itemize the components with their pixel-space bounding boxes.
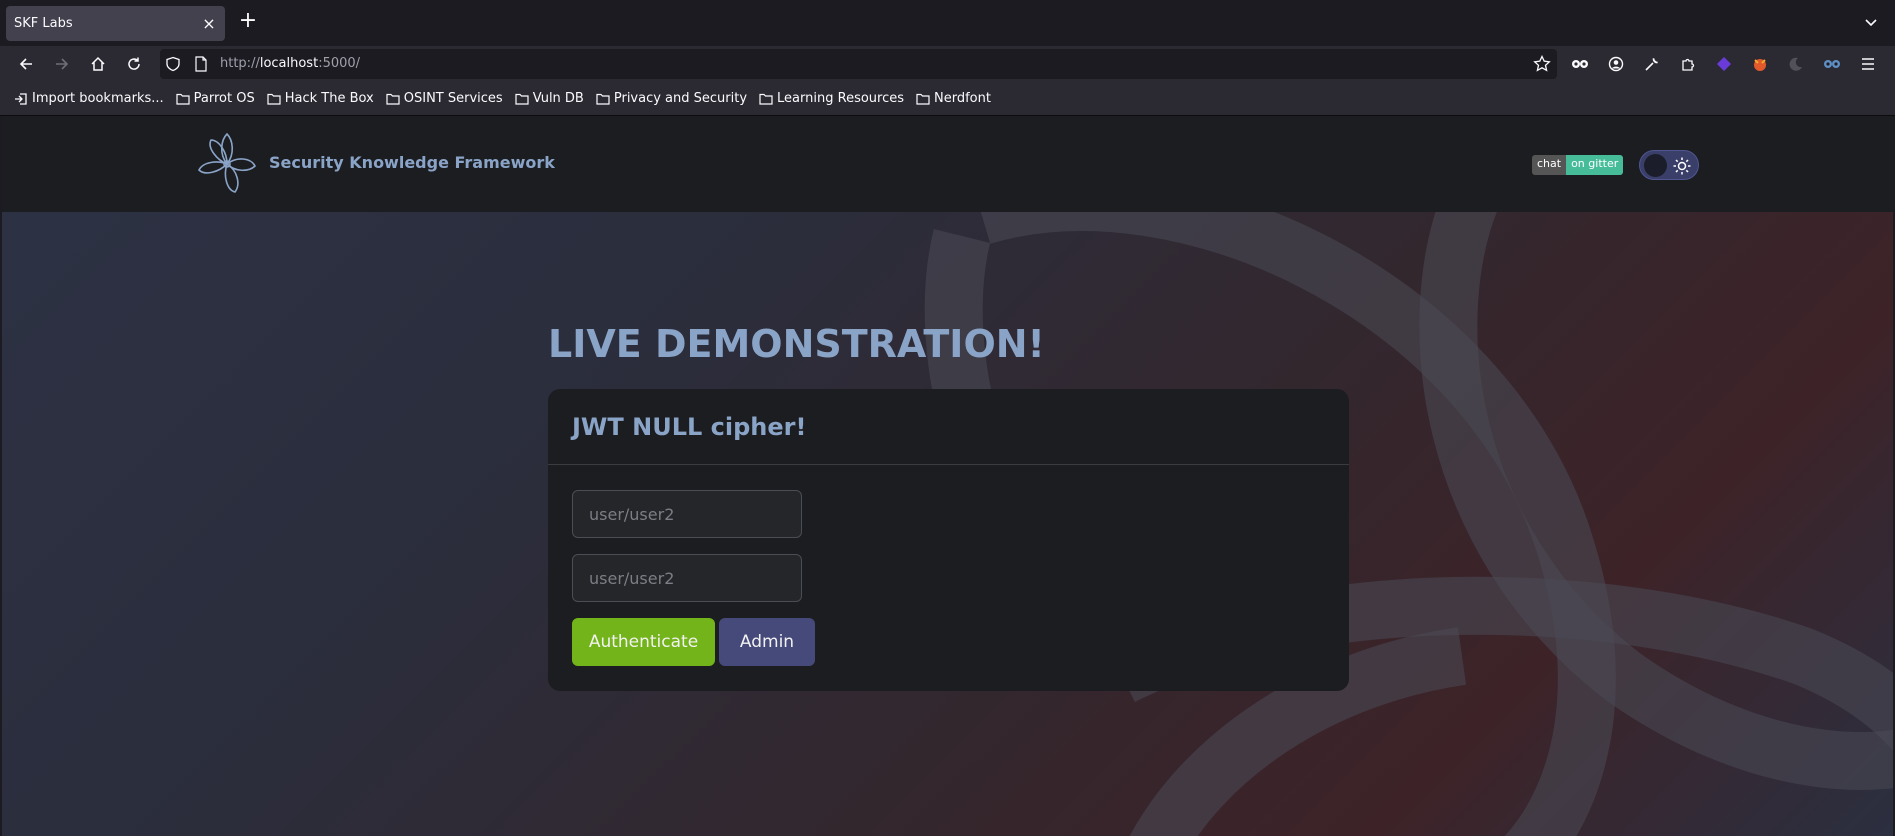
browser-tab[interactable]: SKF Labs × — [6, 6, 225, 41]
bookmark-folder-nerdfont[interactable]: Nerdfont — [916, 91, 991, 106]
hero-title: LIVE DEMONSTRATION! — [548, 322, 1045, 366]
extensions-puzzle-icon[interactable] — [1678, 54, 1698, 74]
badge-gitter-label: on gitter — [1566, 155, 1624, 175]
bookmark-label: OSINT Services — [403, 91, 503, 106]
folder-icon — [515, 93, 529, 105]
folder-icon — [386, 93, 400, 105]
bookmark-folder-hack-the-box[interactable]: Hack The Box — [267, 91, 374, 106]
reload-icon[interactable] — [124, 54, 144, 74]
close-tab-icon[interactable]: × — [201, 14, 217, 33]
bookmark-folder-osint-services[interactable]: OSINT Services — [386, 91, 503, 106]
private-mask-icon[interactable] — [1570, 54, 1590, 74]
folder-icon — [176, 93, 190, 105]
bookmark-label: Parrot OS — [193, 91, 255, 106]
back-icon[interactable] — [16, 54, 36, 74]
fox-extension-icon[interactable] — [1750, 54, 1770, 74]
bookmark-label: Import bookmarks... — [32, 91, 164, 106]
forward-icon[interactable] — [52, 54, 72, 74]
bookmark-folder-privacy-security[interactable]: Privacy and Security — [596, 91, 747, 106]
tab-list-chevron-icon[interactable] — [1861, 12, 1881, 32]
browser-tab-bar: SKF Labs × + — [0, 0, 1895, 46]
bookmark-label: Learning Resources — [777, 91, 905, 106]
username-input[interactable] — [572, 490, 802, 538]
gitter-chat-badge[interactable]: chat on gitter — [1532, 155, 1624, 175]
bookmark-star-icon[interactable] — [1533, 54, 1551, 77]
import-icon — [15, 92, 27, 105]
folder-icon — [596, 93, 610, 105]
bookmark-label: Vuln DB — [532, 91, 584, 106]
bookmark-label: Nerdfont — [934, 91, 991, 106]
card-title: JWT NULL cipher! — [572, 412, 807, 441]
new-tab-icon[interactable]: + — [238, 10, 258, 32]
browser-nav-bar: http://localhost:5000/ — [0, 46, 1895, 82]
sun-icon — [1673, 157, 1691, 175]
folder-icon — [267, 93, 281, 105]
tab-title: SKF Labs — [14, 16, 73, 31]
url-host: localhost — [259, 56, 319, 71]
folder-icon — [916, 93, 930, 105]
admin-button[interactable]: Admin — [719, 618, 815, 666]
login-card: JWT NULL cipher! Authenticate Admin — [548, 389, 1349, 691]
bookmark-label: Hack The Box — [284, 91, 374, 106]
card-header: JWT NULL cipher! — [548, 389, 1349, 465]
shield-icon[interactable] — [165, 56, 181, 76]
bookmark-import[interactable]: Import bookmarks... — [14, 91, 164, 106]
bookmarks-toolbar: Import bookmarks... Parrot OS Hack The B… — [0, 82, 1895, 116]
bookmark-folder-vuln-db[interactable]: Vuln DB — [515, 91, 584, 106]
owl-extension-icon[interactable] — [1822, 54, 1842, 74]
bookmark-label: Privacy and Security — [613, 91, 748, 106]
wrench-icon[interactable] — [1642, 54, 1662, 74]
menu-hamburger-icon[interactable] — [1858, 54, 1878, 74]
page-info-icon[interactable] — [194, 56, 208, 76]
toggle-knob — [1644, 154, 1667, 177]
badge-chat-label: chat — [1532, 155, 1567, 175]
purple-extension-icon[interactable] — [1714, 54, 1734, 74]
site-header: Security Knowledge Framework chat on git… — [2, 116, 1893, 212]
account-icon[interactable] — [1606, 54, 1626, 74]
skf-flower-logo-icon[interactable] — [197, 132, 257, 196]
password-input[interactable] — [572, 554, 802, 602]
site-brand-title[interactable]: Security Knowledge Framework — [269, 153, 555, 172]
home-icon[interactable] — [88, 54, 108, 74]
authenticate-button[interactable]: Authenticate — [572, 618, 715, 666]
theme-toggle-switch[interactable] — [1639, 150, 1699, 180]
url-scheme: http:// — [220, 56, 260, 71]
folder-icon — [759, 93, 773, 105]
bookmark-folder-learning-resources[interactable]: Learning Resources — [759, 91, 904, 106]
url-path: :5000/ — [318, 56, 361, 71]
bookmark-folder-parrot-os[interactable]: Parrot OS — [176, 91, 255, 106]
address-bar[interactable]: http://localhost:5000/ — [160, 49, 1557, 79]
url-text: http://localhost:5000/ — [220, 56, 360, 71]
dark-mode-moon-icon[interactable] — [1786, 54, 1806, 74]
web-page: Security Knowledge Framework chat on git… — [2, 116, 1893, 836]
